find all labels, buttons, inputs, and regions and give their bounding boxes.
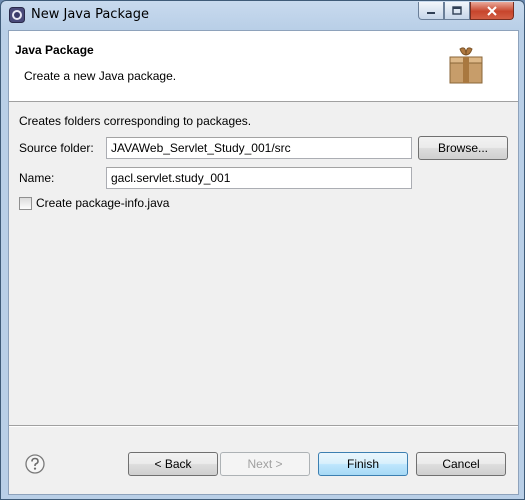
source-folder-input[interactable]: JAVAWeb_Servlet_Study_001/src — [106, 137, 412, 159]
minimize-button[interactable] — [418, 2, 444, 20]
name-label: Name: — [19, 171, 55, 185]
package-name-input[interactable]: gacl.servlet.study_001 — [106, 167, 412, 189]
cancel-button[interactable]: Cancel — [416, 452, 506, 476]
create-package-info-checkbox[interactable] — [19, 197, 32, 210]
source-folder-label: Source folder: — [19, 141, 94, 155]
create-package-info-label[interactable]: Create package-info.java — [36, 196, 169, 210]
maximize-button[interactable] — [444, 2, 470, 20]
eclipse-app-icon — [9, 7, 25, 23]
title-bar[interactable]: New Java Package — [1, 1, 524, 29]
package-icon — [449, 47, 483, 84]
banner-description: Create a new Java package. — [24, 69, 177, 83]
next-button[interactable]: Next > — [220, 452, 310, 476]
finish-button[interactable]: Finish — [318, 452, 408, 476]
dialog-window: New Java Package Java Package Create a n… — [0, 0, 525, 500]
close-button[interactable] — [470, 2, 514, 20]
browse-button[interactable]: Browse... — [418, 136, 508, 160]
window-title: New Java Package — [31, 7, 149, 22]
banner-title: Java Package — [15, 43, 94, 57]
minimize-icon — [427, 11, 435, 14]
back-button[interactable]: < Back — [128, 452, 218, 476]
help-icon[interactable] — [25, 454, 45, 474]
footer-separator — [9, 425, 518, 427]
dialog-client-area: Java Package Create a new Java package. … — [8, 30, 519, 495]
maximize-icon — [452, 6, 462, 15]
wizard-banner: Java Package Create a new Java package. — [9, 31, 518, 102]
close-icon — [487, 5, 497, 16]
wizard-intro-text: Creates folders corresponding to package… — [19, 114, 252, 128]
